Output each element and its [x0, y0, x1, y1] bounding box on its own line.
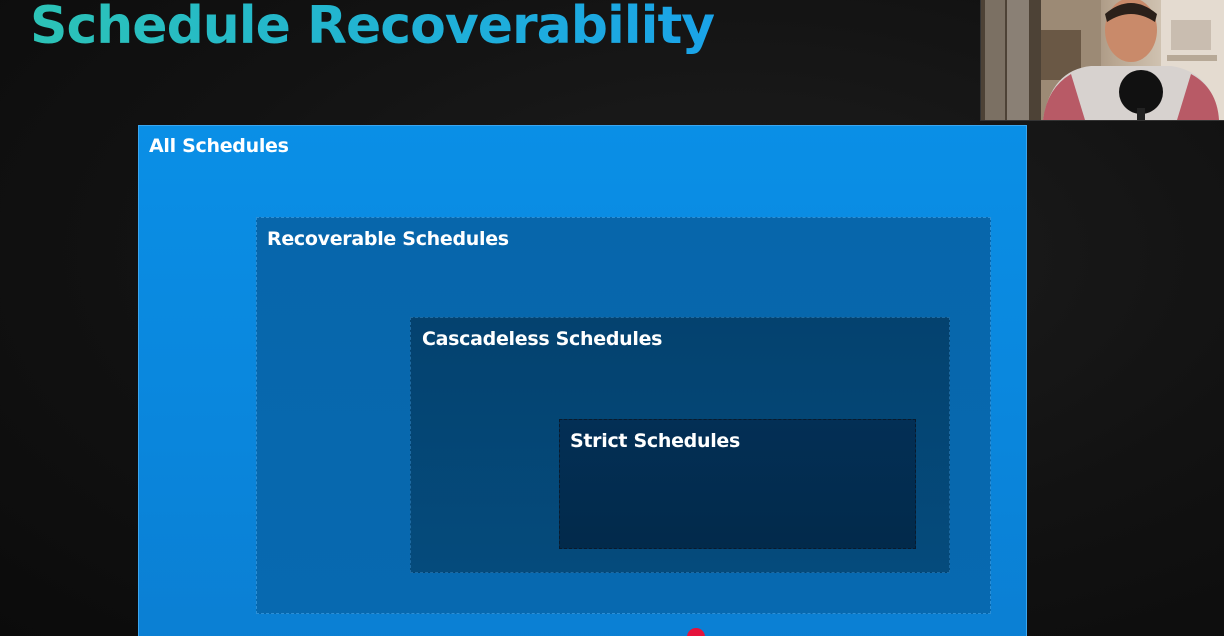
set-label-strict-schedules: Strict Schedules — [570, 430, 741, 452]
set-label-all-schedules: All Schedules — [149, 135, 289, 157]
slide-title: Schedule Recoverability — [30, 0, 715, 58]
presenter-webcam — [980, 0, 1224, 121]
set-label-recoverable-schedules: Recoverable Schedules — [267, 228, 509, 250]
set-label-cascadeless-schedules: Cascadeless Schedules — [422, 328, 663, 350]
presenter-video-icon — [981, 0, 1224, 120]
set-strict-schedules: Strict Schedules — [559, 419, 916, 549]
